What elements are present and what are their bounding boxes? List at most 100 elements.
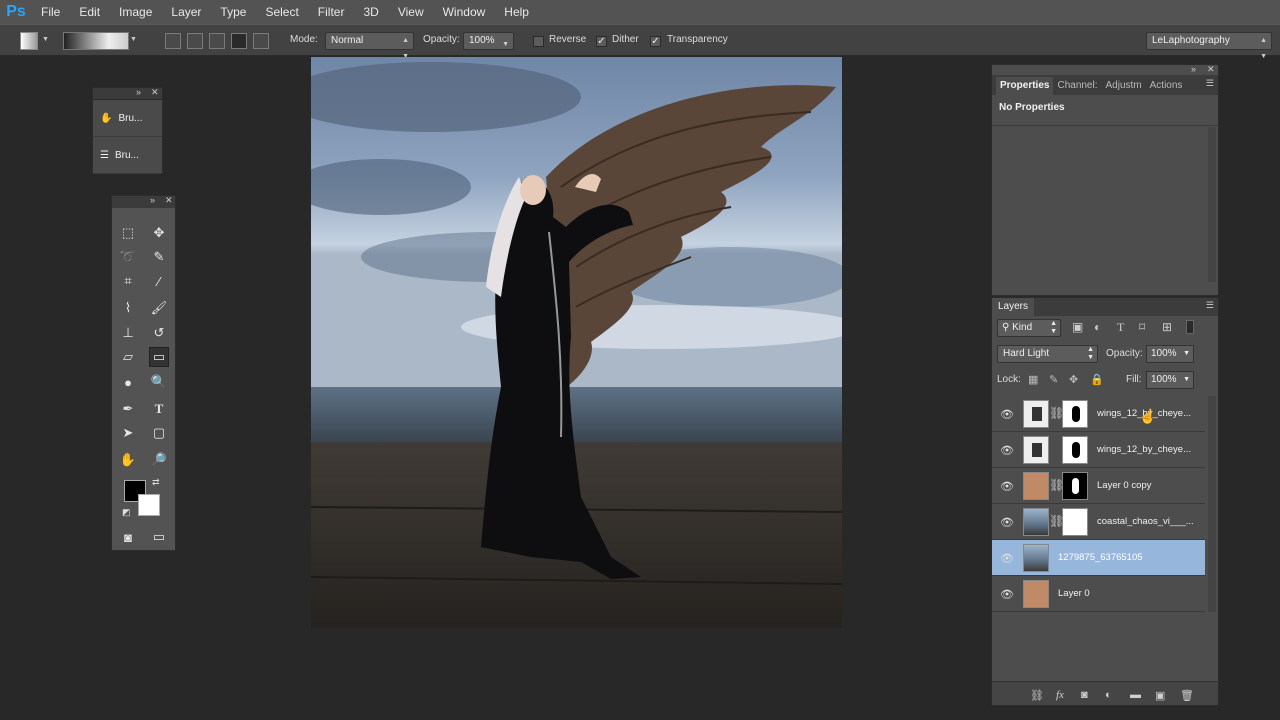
menu-view[interactable]: View bbox=[389, 0, 434, 24]
scrollbar[interactable] bbox=[1208, 127, 1216, 282]
angle-gradient-icon[interactable] bbox=[209, 33, 225, 49]
lock-transparent-icon[interactable]: ▦ bbox=[1028, 373, 1038, 386]
gradient-tool-icon[interactable] bbox=[20, 32, 38, 50]
new-layer-icon[interactable]: ▣ bbox=[1155, 689, 1165, 702]
clone-stamp-tool-icon[interactable]: ⊥ bbox=[118, 323, 138, 343]
reflected-gradient-icon[interactable] bbox=[231, 33, 247, 49]
layers-scrollbar[interactable] bbox=[1208, 396, 1216, 612]
blend-mode-dropdown[interactable]: Hard Light ▲ ▼ bbox=[997, 345, 1098, 363]
brush-tool-icon[interactable]: 🖌 bbox=[149, 298, 169, 318]
visibility-eye-icon[interactable]: 👁 bbox=[1000, 444, 1014, 457]
menu-filter[interactable]: Filter bbox=[309, 0, 355, 24]
lock-all-icon[interactable]: 🔒 bbox=[1090, 373, 1104, 386]
layer-mask-thumbnail[interactable] bbox=[1062, 508, 1088, 536]
layer-row[interactable]: 👁 Layer 0 bbox=[992, 576, 1205, 612]
gradient-tool-icon[interactable]: ▭ bbox=[149, 347, 169, 367]
layer-row[interactable]: 👁 wings_12_by_cheye... bbox=[992, 432, 1205, 468]
add-mask-icon[interactable]: ◙ bbox=[1081, 689, 1088, 701]
close-icon[interactable]: ✕ bbox=[165, 195, 173, 206]
visibility-eye-icon[interactable]: 👁 bbox=[1000, 588, 1014, 601]
layer-row[interactable]: 👁 ⛓ wings_12_by_cheye... bbox=[992, 396, 1205, 432]
reverse-checkbox[interactable] bbox=[533, 36, 544, 47]
tab-channels[interactable]: Channel: bbox=[1053, 77, 1101, 95]
mode-dropdown[interactable]: Normal ▲ ▼ bbox=[325, 32, 414, 60]
link-layers-icon[interactable]: ⛓ bbox=[1030, 689, 1044, 702]
layer-mask-thumbnail[interactable] bbox=[1062, 400, 1088, 428]
screen-mode-icon[interactable]: ▭ bbox=[149, 527, 169, 547]
smart-object-filter-icon[interactable]: ⊞ bbox=[1162, 320, 1172, 334]
hand-tool-icon[interactable]: ✋ bbox=[118, 450, 138, 470]
zoom-tool-icon[interactable]: 🔎 bbox=[149, 450, 169, 470]
menu-layer[interactable]: Layer bbox=[162, 0, 211, 24]
filter-toggle[interactable] bbox=[1186, 320, 1194, 334]
crop-tool-icon[interactable]: ⌗ bbox=[118, 271, 138, 291]
filter-kind-dropdown[interactable]: ⚲ Kind ▲ ▼ bbox=[997, 319, 1061, 337]
shape-filter-icon[interactable]: ⌑ bbox=[1139, 320, 1145, 334]
panel-header[interactable]: » ✕ bbox=[93, 87, 162, 100]
linear-gradient-icon[interactable] bbox=[165, 33, 181, 49]
swap-colors-icon[interactable]: ⇄ bbox=[152, 477, 160, 488]
menu-type[interactable]: Type bbox=[211, 0, 256, 24]
layer-thumbnail[interactable] bbox=[1023, 544, 1049, 572]
dither-checkbox[interactable]: ✓ bbox=[596, 36, 607, 47]
tab-properties[interactable]: Properties bbox=[996, 77, 1054, 95]
menu-edit[interactable]: Edit bbox=[70, 0, 110, 24]
type-filter-icon[interactable]: T bbox=[1117, 320, 1124, 335]
document-canvas[interactable] bbox=[311, 57, 842, 628]
transparency-checkbox[interactable]: ✓ bbox=[650, 36, 661, 47]
brush-preset-item[interactable]: ☰ Bru... bbox=[93, 137, 162, 174]
layer-thumbnail[interactable] bbox=[1023, 472, 1049, 500]
collapse-icon[interactable]: » bbox=[136, 87, 141, 97]
layer-row[interactable]: 👁 ⛓ coastal_chaos_vi___... bbox=[992, 504, 1205, 540]
menu-image[interactable]: Image bbox=[110, 0, 162, 24]
tool-preset-arrow-icon[interactable]: ▼ bbox=[42, 36, 52, 54]
gradient-picker-arrow-icon[interactable]: ▼ bbox=[130, 36, 142, 54]
layer-name[interactable]: wings_12_by_cheye... bbox=[1097, 444, 1191, 455]
pixel-filter-icon[interactable]: ▣ bbox=[1072, 320, 1083, 334]
adjustment-filter-icon[interactable]: ◐ bbox=[1094, 320, 1101, 334]
visibility-eye-icon[interactable]: 👁 bbox=[1000, 408, 1014, 421]
close-icon[interactable]: ✕ bbox=[151, 87, 159, 98]
background-color-swatch[interactable] bbox=[138, 494, 160, 516]
eyedropper-tool-icon[interactable]: ⁄ bbox=[149, 271, 169, 291]
opacity-field[interactable]: 100% ▼ bbox=[463, 32, 514, 50]
adjustment-layer-icon[interactable]: ◐ bbox=[1105, 689, 1112, 701]
diamond-gradient-icon[interactable] bbox=[253, 33, 269, 49]
lasso-tool-icon[interactable]: ➰ bbox=[118, 247, 138, 267]
layer-name[interactable]: 1279875_63765105 bbox=[1058, 552, 1143, 563]
tab-layers[interactable]: Layers bbox=[992, 298, 1035, 316]
layer-style-fx-icon[interactable]: fx bbox=[1056, 689, 1064, 701]
quick-select-tool-icon[interactable]: ✎ bbox=[149, 247, 169, 267]
healing-brush-tool-icon[interactable]: ⌇ bbox=[118, 298, 138, 318]
move-tool-icon[interactable]: ✥ bbox=[149, 223, 169, 243]
collapse-icon[interactable]: » bbox=[150, 195, 155, 205]
layer-name[interactable]: coastal_chaos_vi___... bbox=[1097, 516, 1194, 527]
close-icon[interactable]: ✕ bbox=[1207, 64, 1215, 75]
menu-3d[interactable]: 3D bbox=[354, 0, 388, 24]
quick-mask-icon[interactable]: ◙ bbox=[118, 527, 138, 547]
layer-thumbnail[interactable] bbox=[1023, 580, 1049, 608]
layer-mask-thumbnail[interactable] bbox=[1062, 472, 1088, 500]
dodge-tool-icon[interactable]: 🔍 bbox=[149, 372, 169, 392]
layer-thumbnail[interactable] bbox=[1023, 400, 1049, 428]
visibility-eye-icon[interactable]: 👁 bbox=[1000, 552, 1014, 565]
layer-row[interactable]: 👁 ⛓ Layer 0 copy bbox=[992, 468, 1205, 504]
lock-position-icon[interactable]: ✥ bbox=[1069, 373, 1078, 386]
menu-help[interactable]: Help bbox=[495, 0, 539, 24]
menu-select[interactable]: Select bbox=[256, 0, 308, 24]
toolbox-header[interactable]: » ✕ bbox=[112, 195, 175, 208]
layer-mask-thumbnail[interactable] bbox=[1062, 436, 1088, 464]
visibility-eye-icon[interactable]: 👁 bbox=[1000, 480, 1014, 493]
path-selection-tool-icon[interactable]: ➤ bbox=[118, 423, 138, 443]
pen-tool-icon[interactable]: ✒ bbox=[118, 399, 138, 419]
layer-thumbnail[interactable] bbox=[1023, 436, 1049, 464]
radial-gradient-icon[interactable] bbox=[187, 33, 203, 49]
trash-icon[interactable]: 🗑 bbox=[1180, 689, 1194, 702]
collapse-icon[interactable]: » bbox=[1191, 64, 1196, 74]
history-brush-tool-icon[interactable]: ↺ bbox=[149, 323, 169, 343]
tab-adjustments[interactable]: Adjustm bbox=[1102, 77, 1146, 95]
layer-row-selected[interactable]: 👁 1279875_63765105 bbox=[992, 540, 1205, 576]
lock-pixels-icon[interactable]: ✎ bbox=[1049, 373, 1058, 386]
panel-menu-icon[interactable]: ☰ bbox=[1206, 78, 1214, 89]
brush-preset-item[interactable]: ✋ Bru... bbox=[93, 100, 162, 137]
